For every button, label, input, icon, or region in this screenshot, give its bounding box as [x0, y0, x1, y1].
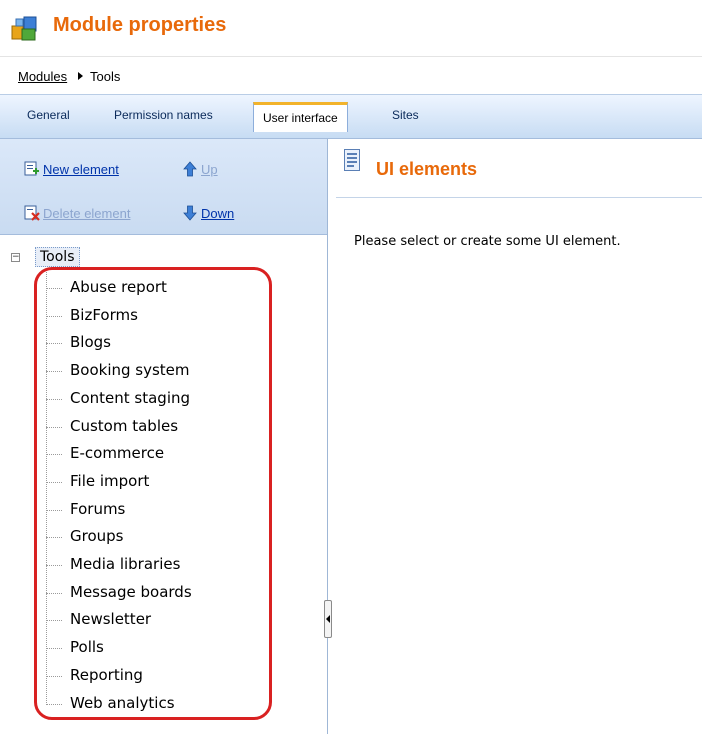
- tree-item-label: Forums: [70, 499, 126, 518]
- tree-item-label: Web analytics: [70, 693, 175, 712]
- tree-item-label: Polls: [70, 638, 104, 657]
- pane-splitter-collapse-button[interactable]: [324, 600, 332, 638]
- down-arrow-icon: [183, 205, 197, 221]
- tree-item[interactable]: Reporting: [46, 663, 296, 690]
- tree-connector: [46, 592, 62, 594]
- tree-connector: [46, 703, 62, 705]
- tree-connector: [46, 537, 62, 539]
- tree-item-label: Booking system: [70, 361, 190, 380]
- down-label: Down: [201, 205, 235, 221]
- tree-connector: [46, 288, 62, 289]
- tree-item-label: Custom tables: [70, 416, 179, 435]
- tree-item[interactable]: BizForms: [46, 303, 296, 330]
- tree-item[interactable]: E-commerce: [46, 441, 296, 468]
- tree-connector: [46, 454, 62, 456]
- tree-connector: [46, 426, 62, 428]
- up-label: Up: [201, 161, 218, 177]
- tree-connector: [46, 509, 62, 511]
- panel-title: UI elements: [376, 159, 478, 179]
- delete-element-button[interactable]: Delete element: [24, 205, 130, 221]
- ui-element-tree-pane: New element Up Delete element Down − Too…: [0, 139, 328, 734]
- tree-item[interactable]: Forums: [46, 497, 296, 524]
- tree-item[interactable]: Message boards: [46, 580, 296, 607]
- tab-sites[interactable]: Sites: [392, 108, 419, 122]
- tab-permission-names[interactable]: Permission names: [114, 108, 213, 122]
- new-element-icon: [24, 161, 39, 176]
- tree-item-label: Abuse report: [70, 278, 167, 296]
- tree-connector: [46, 648, 62, 650]
- tree-connector: [46, 398, 62, 400]
- tree-connector: [46, 565, 62, 566]
- tree-item-label: Content staging: [70, 388, 191, 407]
- tree-item[interactable]: Content staging: [46, 386, 296, 413]
- tree-item-label: Newsletter: [70, 610, 152, 629]
- breadcrumb: Modules Tools: [0, 57, 702, 94]
- collapse-toggle-icon[interactable]: −: [11, 253, 20, 262]
- tree-item[interactable]: Newsletter: [46, 607, 296, 634]
- tree-item-label: Media libraries: [70, 555, 181, 573]
- new-element-button[interactable]: New element: [24, 161, 119, 177]
- tree-item[interactable]: Polls: [46, 635, 296, 662]
- tree-item-label: Blogs: [70, 333, 111, 352]
- ui-elements-panel: UI elements Please select or create some…: [336, 139, 702, 734]
- tree-connector: [46, 343, 62, 345]
- breadcrumb-separator-icon: [78, 72, 83, 80]
- tree-connector: [46, 620, 62, 622]
- tree-item[interactable]: Groups: [46, 524, 296, 551]
- tree-connector: [46, 315, 62, 317]
- tree-item[interactable]: Booking system: [46, 358, 296, 385]
- tree-item-label: E-commerce: [70, 444, 165, 463]
- tab-general[interactable]: General: [27, 108, 70, 122]
- tab-user-interface[interactable]: User interface: [253, 102, 348, 132]
- tab-bar: General Permission names User interface …: [0, 94, 702, 139]
- breadcrumb-modules-link[interactable]: Modules: [18, 69, 67, 84]
- tree-item-label: File import: [70, 471, 150, 490]
- tree-item[interactable]: Custom tables: [46, 414, 296, 441]
- tree-item-label: Reporting: [70, 665, 143, 684]
- up-button[interactable]: Up: [182, 161, 218, 177]
- tree-item[interactable]: Media libraries: [46, 552, 296, 579]
- tree-item-label: Groups: [70, 527, 124, 546]
- tree-item[interactable]: Blogs: [46, 330, 296, 357]
- ui-elements-icon: [344, 149, 360, 171]
- delete-element-icon: [24, 205, 40, 221]
- tree-connector: [46, 675, 62, 677]
- tree-root-tools[interactable]: Tools: [35, 247, 80, 267]
- tree-item[interactable]: Web analytics: [46, 691, 296, 718]
- tree-item-label: Message boards: [70, 582, 192, 601]
- up-arrow-icon: [183, 161, 197, 177]
- empty-selection-message: Please select or create some UI element.: [354, 234, 621, 249]
- tree-connector: [46, 481, 62, 483]
- panel-header: UI elements: [336, 139, 702, 198]
- page-title: Module properties: [53, 14, 227, 36]
- module-properties-icon: [11, 16, 37, 41]
- title-bar: Module properties: [0, 0, 702, 57]
- breadcrumb-current: Tools: [90, 69, 121, 84]
- tree-connector: [46, 371, 62, 373]
- tree-item-label: BizForms: [70, 305, 138, 324]
- collapse-left-arrow-icon: [326, 615, 330, 623]
- new-element-label: New element: [43, 161, 119, 177]
- down-button[interactable]: Down: [182, 205, 234, 221]
- tree-toolbar: New element Up Delete element Down: [0, 139, 327, 235]
- tree-item[interactable]: File import: [46, 469, 296, 496]
- delete-element-label: Delete element: [43, 205, 131, 221]
- tree-item[interactable]: Abuse report: [46, 275, 296, 302]
